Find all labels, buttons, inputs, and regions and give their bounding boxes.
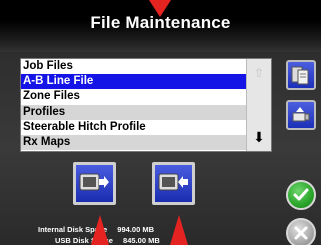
list-item-job-files[interactable]: Job Files [21, 59, 246, 74]
x-icon [294, 226, 308, 240]
import-from-usb-icon [158, 173, 188, 191]
cancel-button[interactable] [286, 218, 316, 245]
internal-disk-space-value: 994.00 MB [117, 225, 154, 234]
callout-arrow-export [91, 215, 109, 245]
list-item-steerable-hitch-profile[interactable]: Steerable Hitch Profile [21, 120, 246, 135]
file-view-button[interactable] [286, 60, 316, 90]
usb-drive-icon [292, 107, 310, 122]
scroll-up-arrow-icon[interactable]: ⇧ [252, 66, 266, 80]
scroll-down-arrow-icon[interactable]: ⬇ [252, 129, 266, 145]
callout-arrow-top [149, 0, 171, 17]
checkmark-icon [293, 188, 309, 201]
callout-arrow-import [170, 215, 188, 245]
list-item-profiles[interactable]: Profiles [21, 104, 246, 120]
file-type-list-items: Job Files A-B Line File Zone Files Profi… [21, 59, 246, 151]
import-from-usb-button[interactable] [152, 162, 195, 205]
files-icon [291, 66, 309, 85]
list-item-rx-maps[interactable]: Rx Maps [21, 134, 246, 151]
usb-disk-space-value: 845.00 MB [123, 236, 160, 245]
list-item-zone-files[interactable]: Zone Files [21, 89, 246, 104]
list-item-ab-line-file[interactable]: A-B Line File [21, 74, 246, 90]
ok-button[interactable] [286, 180, 316, 210]
usb-button[interactable] [286, 100, 316, 130]
export-to-usb-button[interactable] [73, 162, 116, 205]
export-to-usb-icon [79, 173, 109, 191]
list-scrollbar[interactable]: ⇧ ⬇ [246, 59, 271, 151]
file-type-list: Job Files A-B Line File Zone Files Profi… [20, 58, 272, 152]
